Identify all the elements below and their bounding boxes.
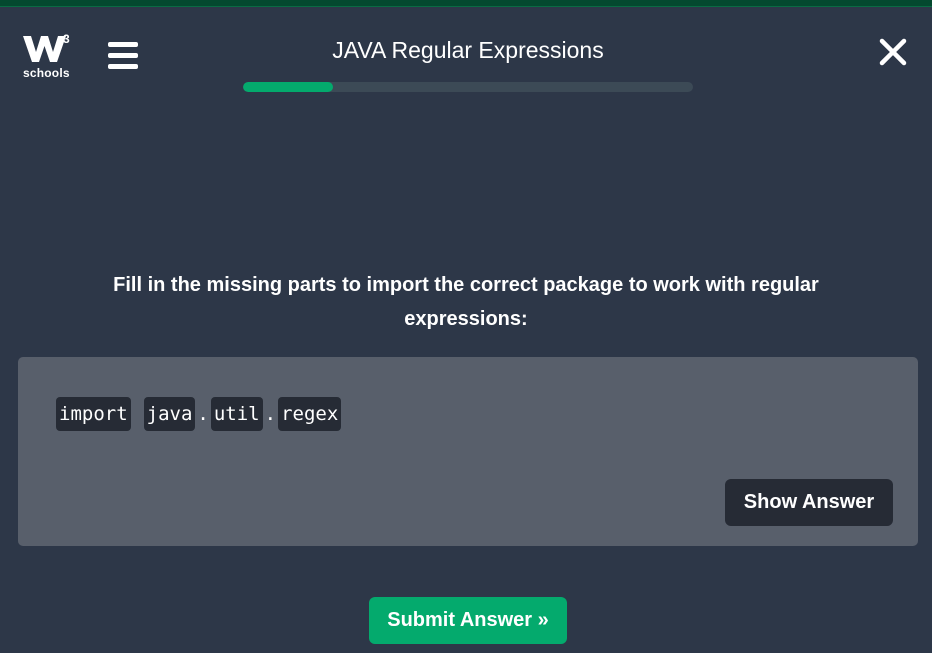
hamburger-menu-icon[interactable] [108,42,140,70]
top-accent-strip [0,0,932,7]
code-token-regex: regex [278,397,342,431]
page-title: JAVA Regular Expressions [332,37,604,63]
code-separator-dot: . [264,403,277,425]
submit-answer-button[interactable]: Submit Answer » [369,597,567,644]
close-icon[interactable] [878,37,908,67]
show-answer-button[interactable]: Show Answer [725,479,893,526]
code-separator-dot: . [197,403,209,425]
code-panel: import java . util . regex Show Answer [18,357,918,546]
code-token-java: java [143,397,196,431]
code-token-util: util [210,397,263,431]
progress-bar-fill [243,82,333,92]
exercise-instruction: Fill in the missing parts to import the … [113,274,819,330]
logo-wordmark: schools [23,66,70,80]
code-token-import: import [56,397,131,431]
w3schools-logo-icon: 3 [23,32,70,62]
code-line: import java . util . regex [56,397,342,431]
w3schools-logo[interactable]: 3 schools [22,32,74,82]
svg-text:3: 3 [63,32,70,46]
progress-bar [243,82,693,92]
